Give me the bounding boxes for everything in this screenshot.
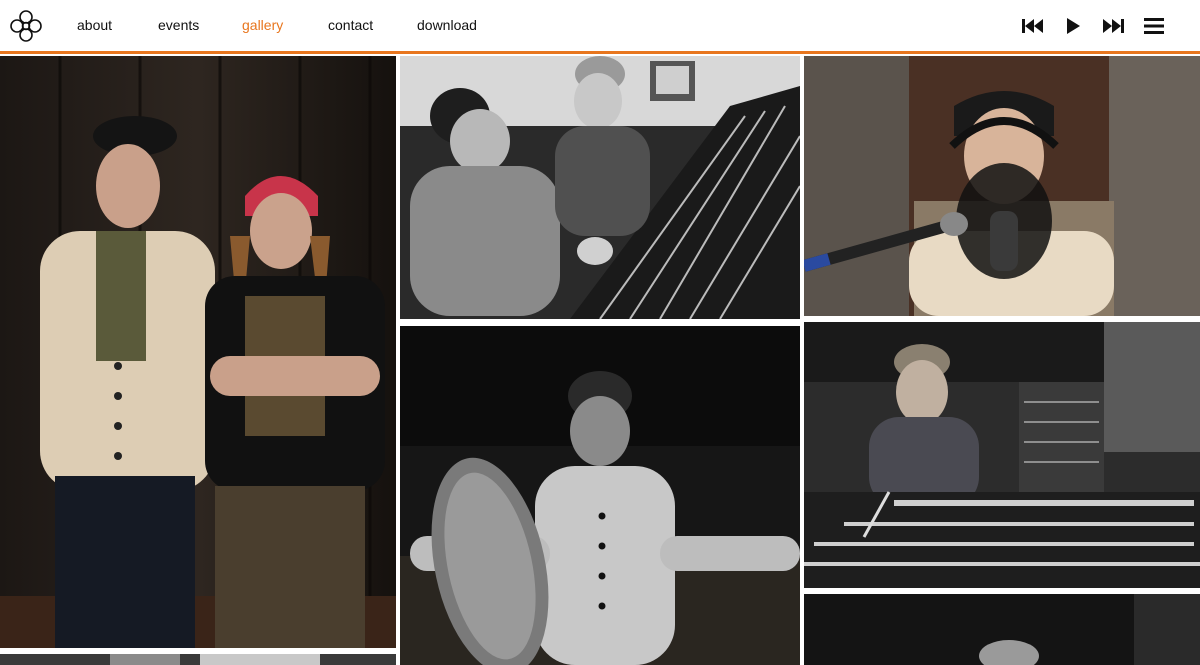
gallery-photo-partial-right[interactable]: [804, 594, 1200, 665]
nav-events[interactable]: events: [158, 17, 199, 33]
nav-download[interactable]: download: [417, 17, 477, 33]
nav-contact[interactable]: contact: [328, 17, 373, 33]
nav-gallery[interactable]: gallery: [242, 17, 283, 33]
flower-logo-icon[interactable]: [8, 8, 44, 44]
photo-gallery: [0, 54, 1200, 665]
gallery-photo-sneaker[interactable]: [400, 326, 800, 665]
gallery-photo-partial-left[interactable]: [0, 654, 396, 665]
skip-back-icon[interactable]: [1020, 14, 1046, 38]
gallery-photo-studio-console[interactable]: [400, 56, 800, 319]
play-icon[interactable]: [1061, 14, 1087, 38]
nav-about[interactable]: about: [77, 17, 112, 33]
top-navigation-bar: about events gallery contact download: [0, 0, 1200, 54]
gallery-photo-engineer[interactable]: [804, 322, 1200, 588]
skip-forward-icon[interactable]: [1100, 14, 1126, 38]
hamburger-menu-icon[interactable]: [1141, 14, 1167, 38]
gallery-photo-microphone[interactable]: [804, 56, 1200, 316]
gallery-photo-two-men[interactable]: [0, 56, 396, 648]
